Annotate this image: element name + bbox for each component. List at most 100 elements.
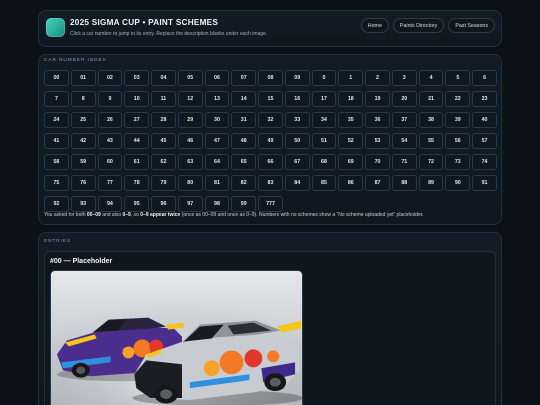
car-number-link[interactable]: 31: [231, 112, 257, 128]
car-number-link[interactable]: 85: [311, 175, 337, 191]
car-number-link[interactable]: 20: [391, 91, 417, 107]
car-number-link[interactable]: 39: [445, 112, 471, 128]
car-number-link[interactable]: 13: [204, 91, 230, 107]
car-number-link[interactable]: 60: [97, 154, 123, 170]
car-number-link[interactable]: 6: [472, 70, 497, 86]
car-number-link[interactable]: 61: [124, 154, 150, 170]
car-number-link[interactable]: 82: [231, 175, 257, 191]
car-number-link[interactable]: 75: [44, 175, 69, 191]
car-number-link[interactable]: 14: [231, 91, 257, 107]
car-number-link[interactable]: 9: [97, 91, 123, 107]
car-number-link[interactable]: 21: [418, 91, 444, 107]
car-number-link[interactable]: 91: [472, 175, 497, 191]
nav-home-button[interactable]: Home: [360, 18, 389, 33]
car-number-link[interactable]: 15: [258, 91, 283, 107]
car-number-link[interactable]: 72: [418, 154, 444, 170]
car-number-link[interactable]: 16: [284, 91, 310, 107]
car-number-link[interactable]: 46: [177, 133, 203, 149]
car-number-link[interactable]: 56: [445, 133, 471, 149]
car-number-link[interactable]: 64: [204, 154, 230, 170]
car-number-link[interactable]: 65: [231, 154, 257, 170]
car-number-link[interactable]: 41: [44, 133, 69, 149]
car-number-link[interactable]: 81: [204, 175, 230, 191]
car-number-link[interactable]: 02: [97, 70, 123, 86]
car-number-link[interactable]: 42: [70, 133, 96, 149]
car-number-link[interactable]: 07: [231, 70, 257, 86]
car-number-link[interactable]: 70: [365, 154, 390, 170]
car-number-link[interactable]: 89: [418, 175, 444, 191]
car-number-link[interactable]: 8: [70, 91, 96, 107]
car-number-link[interactable]: 73: [445, 154, 471, 170]
car-number-link[interactable]: 96: [151, 196, 176, 212]
car-number-link[interactable]: 37: [391, 112, 417, 128]
car-number-link[interactable]: 69: [338, 154, 364, 170]
car-number-link[interactable]: 86: [338, 175, 364, 191]
car-number-link[interactable]: 63: [177, 154, 203, 170]
car-number-link[interactable]: 45: [151, 133, 176, 149]
car-number-link[interactable]: 08: [258, 70, 283, 86]
car-number-link[interactable]: 59: [70, 154, 96, 170]
car-number-link[interactable]: 28: [151, 112, 176, 128]
car-number-link[interactable]: 0: [311, 70, 337, 86]
car-number-link[interactable]: 83: [258, 175, 283, 191]
car-number-link[interactable]: 88: [391, 175, 417, 191]
car-number-link[interactable]: 66: [258, 154, 283, 170]
car-number-link[interactable]: 77: [97, 175, 123, 191]
car-number-link[interactable]: 00: [44, 70, 69, 86]
car-number-link[interactable]: 777: [258, 196, 283, 212]
car-number-link[interactable]: 71: [391, 154, 417, 170]
car-number-link[interactable]: 4: [418, 70, 444, 86]
car-number-link[interactable]: 97: [177, 196, 203, 212]
car-number-link[interactable]: 78: [124, 175, 150, 191]
car-number-link[interactable]: 84: [284, 175, 310, 191]
car-number-link[interactable]: 25: [70, 112, 96, 128]
car-number-link[interactable]: 94: [97, 196, 123, 212]
car-number-link[interactable]: 10: [124, 91, 150, 107]
car-number-link[interactable]: 52: [338, 133, 364, 149]
car-number-link[interactable]: 38: [418, 112, 444, 128]
car-number-link[interactable]: 92: [44, 196, 69, 212]
car-number-link[interactable]: 35: [338, 112, 364, 128]
car-number-link[interactable]: 11: [151, 91, 176, 107]
car-number-link[interactable]: 34: [311, 112, 337, 128]
car-number-link[interactable]: 74: [472, 154, 497, 170]
car-number-link[interactable]: 36: [365, 112, 390, 128]
car-number-link[interactable]: 22: [445, 91, 471, 107]
car-number-link[interactable]: 54: [391, 133, 417, 149]
car-number-link[interactable]: 23: [472, 91, 497, 107]
car-number-link[interactable]: 1: [338, 70, 364, 86]
car-number-link[interactable]: 29: [177, 112, 203, 128]
car-number-link[interactable]: 2: [365, 70, 390, 86]
nav-past-seasons-button[interactable]: Past Seasons: [448, 18, 495, 33]
car-number-link[interactable]: 55: [418, 133, 444, 149]
car-number-link[interactable]: 93: [70, 196, 96, 212]
car-number-link[interactable]: 30: [204, 112, 230, 128]
car-number-link[interactable]: 49: [258, 133, 283, 149]
car-number-link[interactable]: 79: [151, 175, 176, 191]
car-number-link[interactable]: 67: [284, 154, 310, 170]
car-number-link[interactable]: 80: [177, 175, 203, 191]
car-number-link[interactable]: 47: [204, 133, 230, 149]
car-number-link[interactable]: 3: [391, 70, 417, 86]
car-number-link[interactable]: 7: [44, 91, 69, 107]
car-number-link[interactable]: 01: [70, 70, 96, 86]
car-number-link[interactable]: 62: [151, 154, 176, 170]
car-number-link[interactable]: 40: [472, 112, 497, 128]
car-number-link[interactable]: 95: [124, 196, 150, 212]
car-number-link[interactable]: 18: [338, 91, 364, 107]
car-number-link[interactable]: 5: [445, 70, 471, 86]
car-number-link[interactable]: 57: [472, 133, 497, 149]
car-number-link[interactable]: 24: [44, 112, 69, 128]
car-number-link[interactable]: 33: [284, 112, 310, 128]
car-number-link[interactable]: 06: [204, 70, 230, 86]
car-number-link[interactable]: 32: [258, 112, 283, 128]
car-number-link[interactable]: 05: [177, 70, 203, 86]
car-number-link[interactable]: 90: [445, 175, 471, 191]
car-number-link[interactable]: 26: [97, 112, 123, 128]
car-number-link[interactable]: 98: [204, 196, 230, 212]
car-number-link[interactable]: 48: [231, 133, 257, 149]
car-number-link[interactable]: 87: [365, 175, 390, 191]
car-number-link[interactable]: 99: [231, 196, 257, 212]
car-number-link[interactable]: 04: [151, 70, 176, 86]
car-number-link[interactable]: 17: [311, 91, 337, 107]
